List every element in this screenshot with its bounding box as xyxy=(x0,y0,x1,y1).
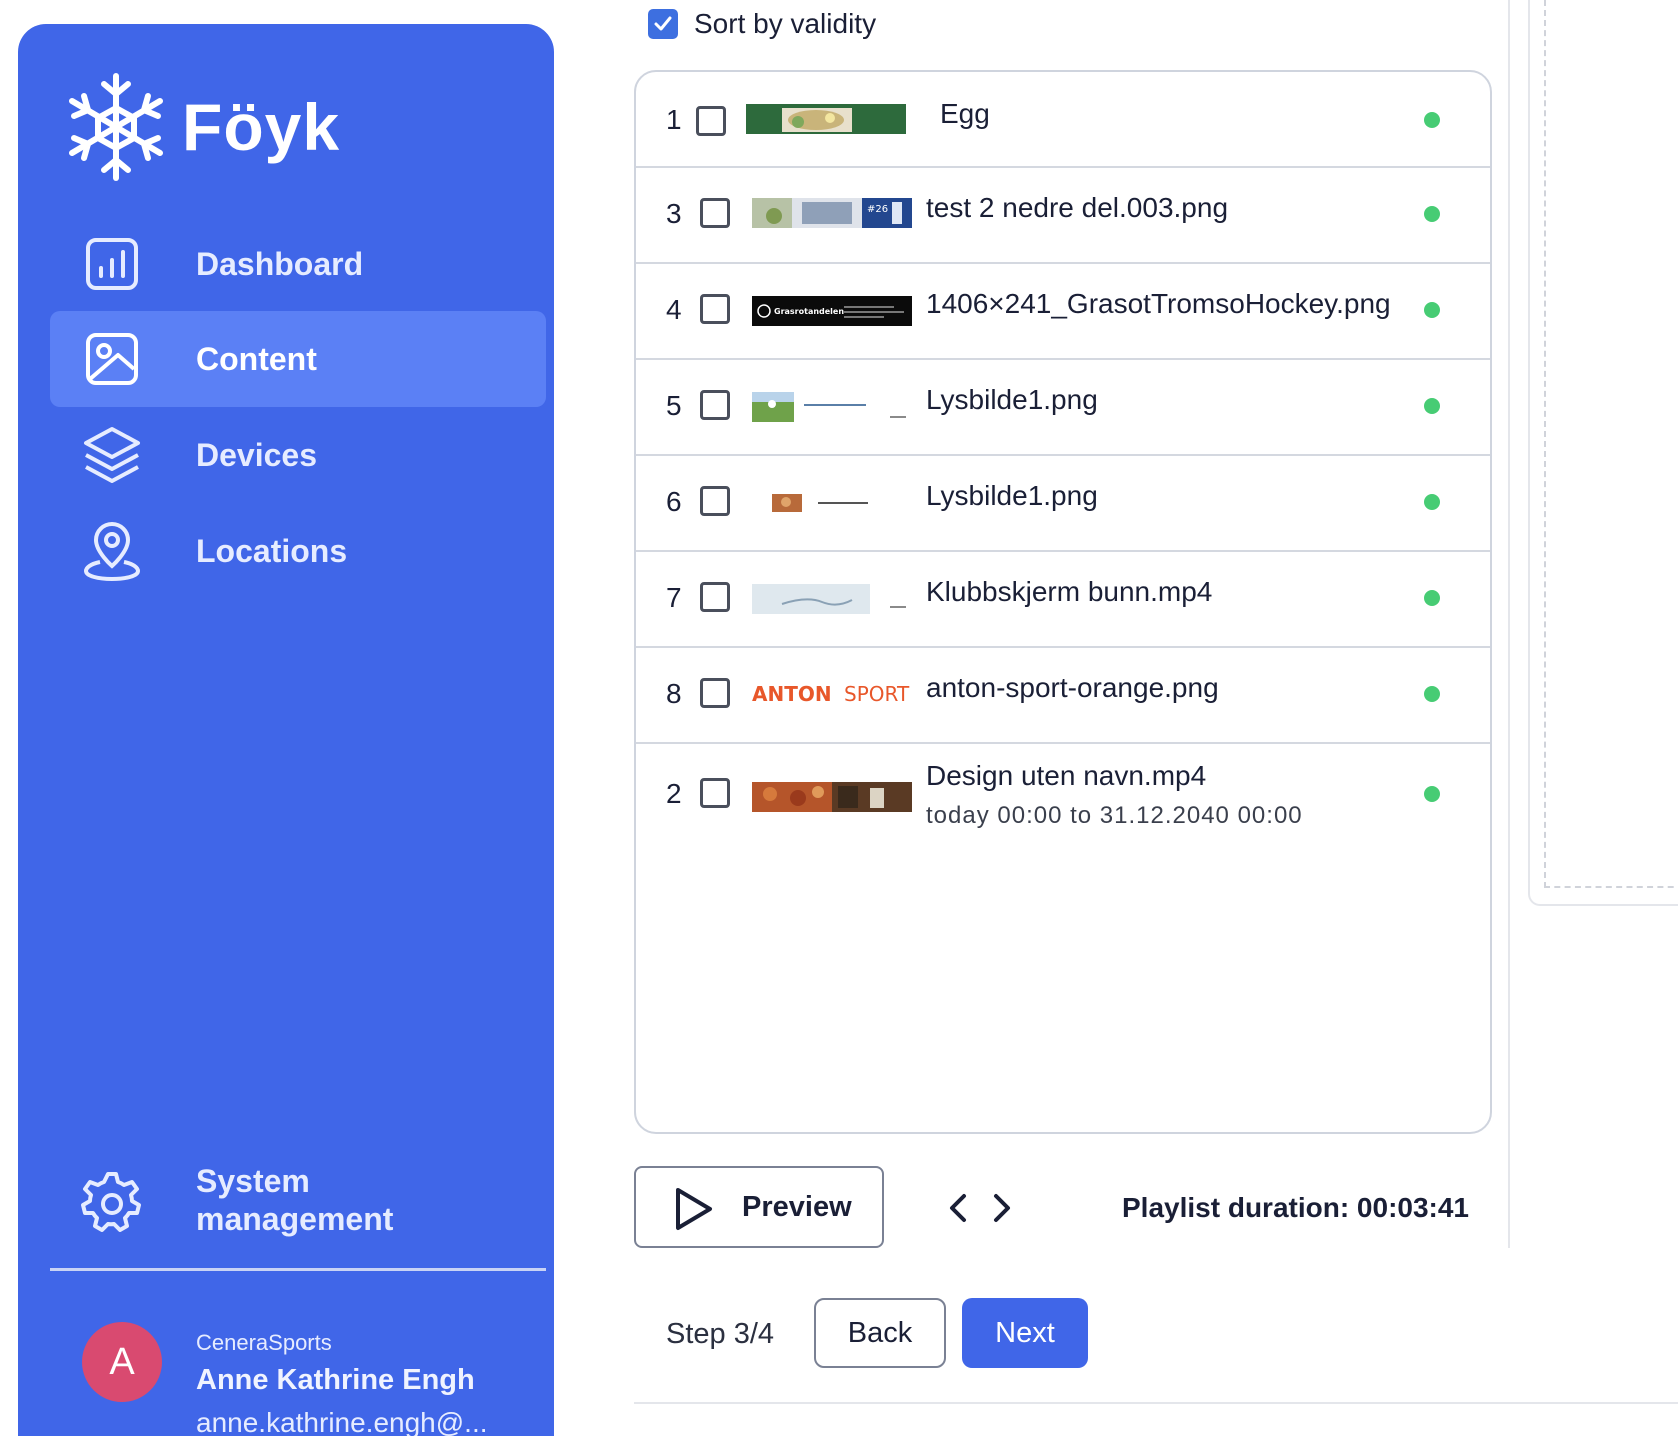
sort-by-validity-toggle[interactable]: Sort by validity xyxy=(648,8,876,40)
playlist-list: 1 Egg 3 #26 test 2 nedre del.003.png 4 G… xyxy=(634,70,1492,1134)
layers-icon xyxy=(80,423,144,487)
row-number: 8 xyxy=(666,678,682,709)
row-name: Lysbilde1.png xyxy=(926,384,1098,415)
nav-label-devices: Devices xyxy=(196,436,317,473)
status-dot xyxy=(1424,302,1440,318)
row-number: 4 xyxy=(666,294,682,325)
image-icon xyxy=(80,327,144,391)
nav-item-content[interactable]: Content xyxy=(50,311,546,407)
playlist-row[interactable]: 8 ANTON SPORT anton-sport-orange.png xyxy=(636,648,1490,744)
thumbnail-jersey-text: #26 xyxy=(867,204,888,215)
sort-label: Sort by validity xyxy=(694,8,877,39)
row-name: Lysbilde1.png xyxy=(926,480,1098,511)
thumbnail-anton-sport-logo: ANTON SPORT xyxy=(752,678,912,708)
thumbnail-food-photo xyxy=(746,104,906,134)
status-dot xyxy=(1424,206,1440,222)
row-name: 1406×241_GrasotTromsoHockey.png xyxy=(926,288,1391,319)
status-dot xyxy=(1424,590,1440,606)
status-dot xyxy=(1424,786,1440,802)
playlist-row[interactable]: 4 Grasrotandelen 1406×241_GrasotTromsoHo… xyxy=(636,264,1490,360)
thumbnail-sport-text: SPORT xyxy=(844,682,910,706)
user-name: Anne Kathrine Engh xyxy=(196,1364,475,1396)
play-icon xyxy=(676,1188,712,1230)
nav-item-locations[interactable]: Locations xyxy=(50,503,546,599)
playlist-row[interactable]: 5 Lysbilde1.png xyxy=(636,360,1490,456)
gear-icon[interactable] xyxy=(80,1170,144,1234)
status-dot xyxy=(1424,686,1440,702)
thumbnail-anton-text: ANTON xyxy=(752,682,832,706)
nav-label-dashboard: Dashboard xyxy=(196,245,364,282)
row-name: anton-sport-orange.png xyxy=(926,672,1219,703)
row-number: 6 xyxy=(666,486,682,517)
thumbnail-field-banner xyxy=(752,392,912,422)
row-name: test 2 nedre del.003.png xyxy=(926,192,1229,223)
row-checkbox[interactable] xyxy=(700,486,730,516)
next-button[interactable]: Next xyxy=(962,1298,1088,1368)
playlist-row[interactable]: 7 Klubbskjerm bunn.mp4 xyxy=(636,552,1490,648)
snowflake-logo-icon xyxy=(69,73,163,181)
playlist-row[interactable]: 2 Design uten navn.mp4 today 00:00 to 31… xyxy=(636,744,1490,850)
row-checkbox[interactable] xyxy=(700,678,730,708)
thumbnail-grasrot-text: Grasrotandelen xyxy=(774,307,844,316)
chevron-left-icon[interactable] xyxy=(944,1188,974,1228)
user-email: anne.kathrine.engh@... xyxy=(196,1407,488,1436)
playlist-duration: Playlist duration: 00:03:41 xyxy=(1122,1192,1470,1223)
footer-divider xyxy=(634,1402,1678,1404)
nav-item-dashboard[interactable]: Dashboard xyxy=(50,216,546,312)
checkmark-icon xyxy=(654,16,672,31)
row-checkbox[interactable] xyxy=(700,390,730,420)
sidebar: Föyk Dashboard Content Devices Locations… xyxy=(18,24,554,1436)
brand-logo[interactable]: Föyk xyxy=(64,70,340,184)
preview-button[interactable]: Preview xyxy=(634,1166,884,1248)
chevron-right-icon[interactable] xyxy=(986,1188,1016,1228)
status-dot xyxy=(1424,494,1440,510)
dropzone-outline xyxy=(1544,0,1678,888)
row-name: Design uten navn.mp4 xyxy=(926,760,1207,791)
back-button[interactable]: Back xyxy=(814,1298,946,1368)
avatar[interactable]: A xyxy=(82,1322,162,1402)
thumbnail-sky-banner xyxy=(752,584,912,614)
nav-label-locations: Locations xyxy=(196,532,348,569)
thumbnail-grasrotandelen-banner: Grasrotandelen xyxy=(752,296,912,326)
thumbnail-small-photo-banner xyxy=(752,488,912,518)
thumbnail-sports-banner: #26 xyxy=(752,198,912,228)
preview-panel xyxy=(1528,0,1678,906)
thumbnail-food-market-banner xyxy=(752,782,912,812)
row-name: Egg xyxy=(940,98,990,129)
nav-label-content: Content xyxy=(196,340,317,377)
preview-label: Preview xyxy=(742,1190,852,1223)
nav-label-system-management[interactable]: System management xyxy=(196,1162,496,1238)
brand-name: Föyk xyxy=(182,90,341,164)
row-number: 3 xyxy=(666,198,682,229)
status-dot xyxy=(1424,398,1440,414)
row-checkbox[interactable] xyxy=(700,582,730,612)
row-checkbox[interactable] xyxy=(700,294,730,324)
row-number: 5 xyxy=(666,390,682,421)
row-number: 1 xyxy=(666,104,682,135)
row-number: 2 xyxy=(666,778,682,809)
row-validity: today 00:00 to 31.12.2040 00:00 xyxy=(926,802,1303,829)
sidebar-divider xyxy=(50,1268,546,1271)
playlist-row[interactable]: 6 Lysbilde1.png xyxy=(636,456,1490,552)
sort-checkbox[interactable] xyxy=(648,9,678,39)
location-pin-icon xyxy=(80,519,144,583)
step-indicator: Step 3/4 xyxy=(666,1318,775,1350)
row-checkbox[interactable] xyxy=(700,778,730,808)
row-checkbox[interactable] xyxy=(700,198,730,228)
status-dot xyxy=(1424,112,1440,128)
playlist-row[interactable]: 1 Egg xyxy=(636,72,1490,168)
nav-item-devices[interactable]: Devices xyxy=(50,407,546,503)
playlist-row[interactable]: 3 #26 test 2 nedre del.003.png xyxy=(636,168,1490,264)
dashboard-chart-icon xyxy=(80,232,144,296)
row-name: Klubbskjerm bunn.mp4 xyxy=(926,576,1213,607)
vertical-divider xyxy=(1508,0,1510,1248)
organization-name: CeneraSports xyxy=(196,1330,332,1355)
row-checkbox[interactable] xyxy=(696,106,726,136)
row-number: 7 xyxy=(666,582,682,613)
